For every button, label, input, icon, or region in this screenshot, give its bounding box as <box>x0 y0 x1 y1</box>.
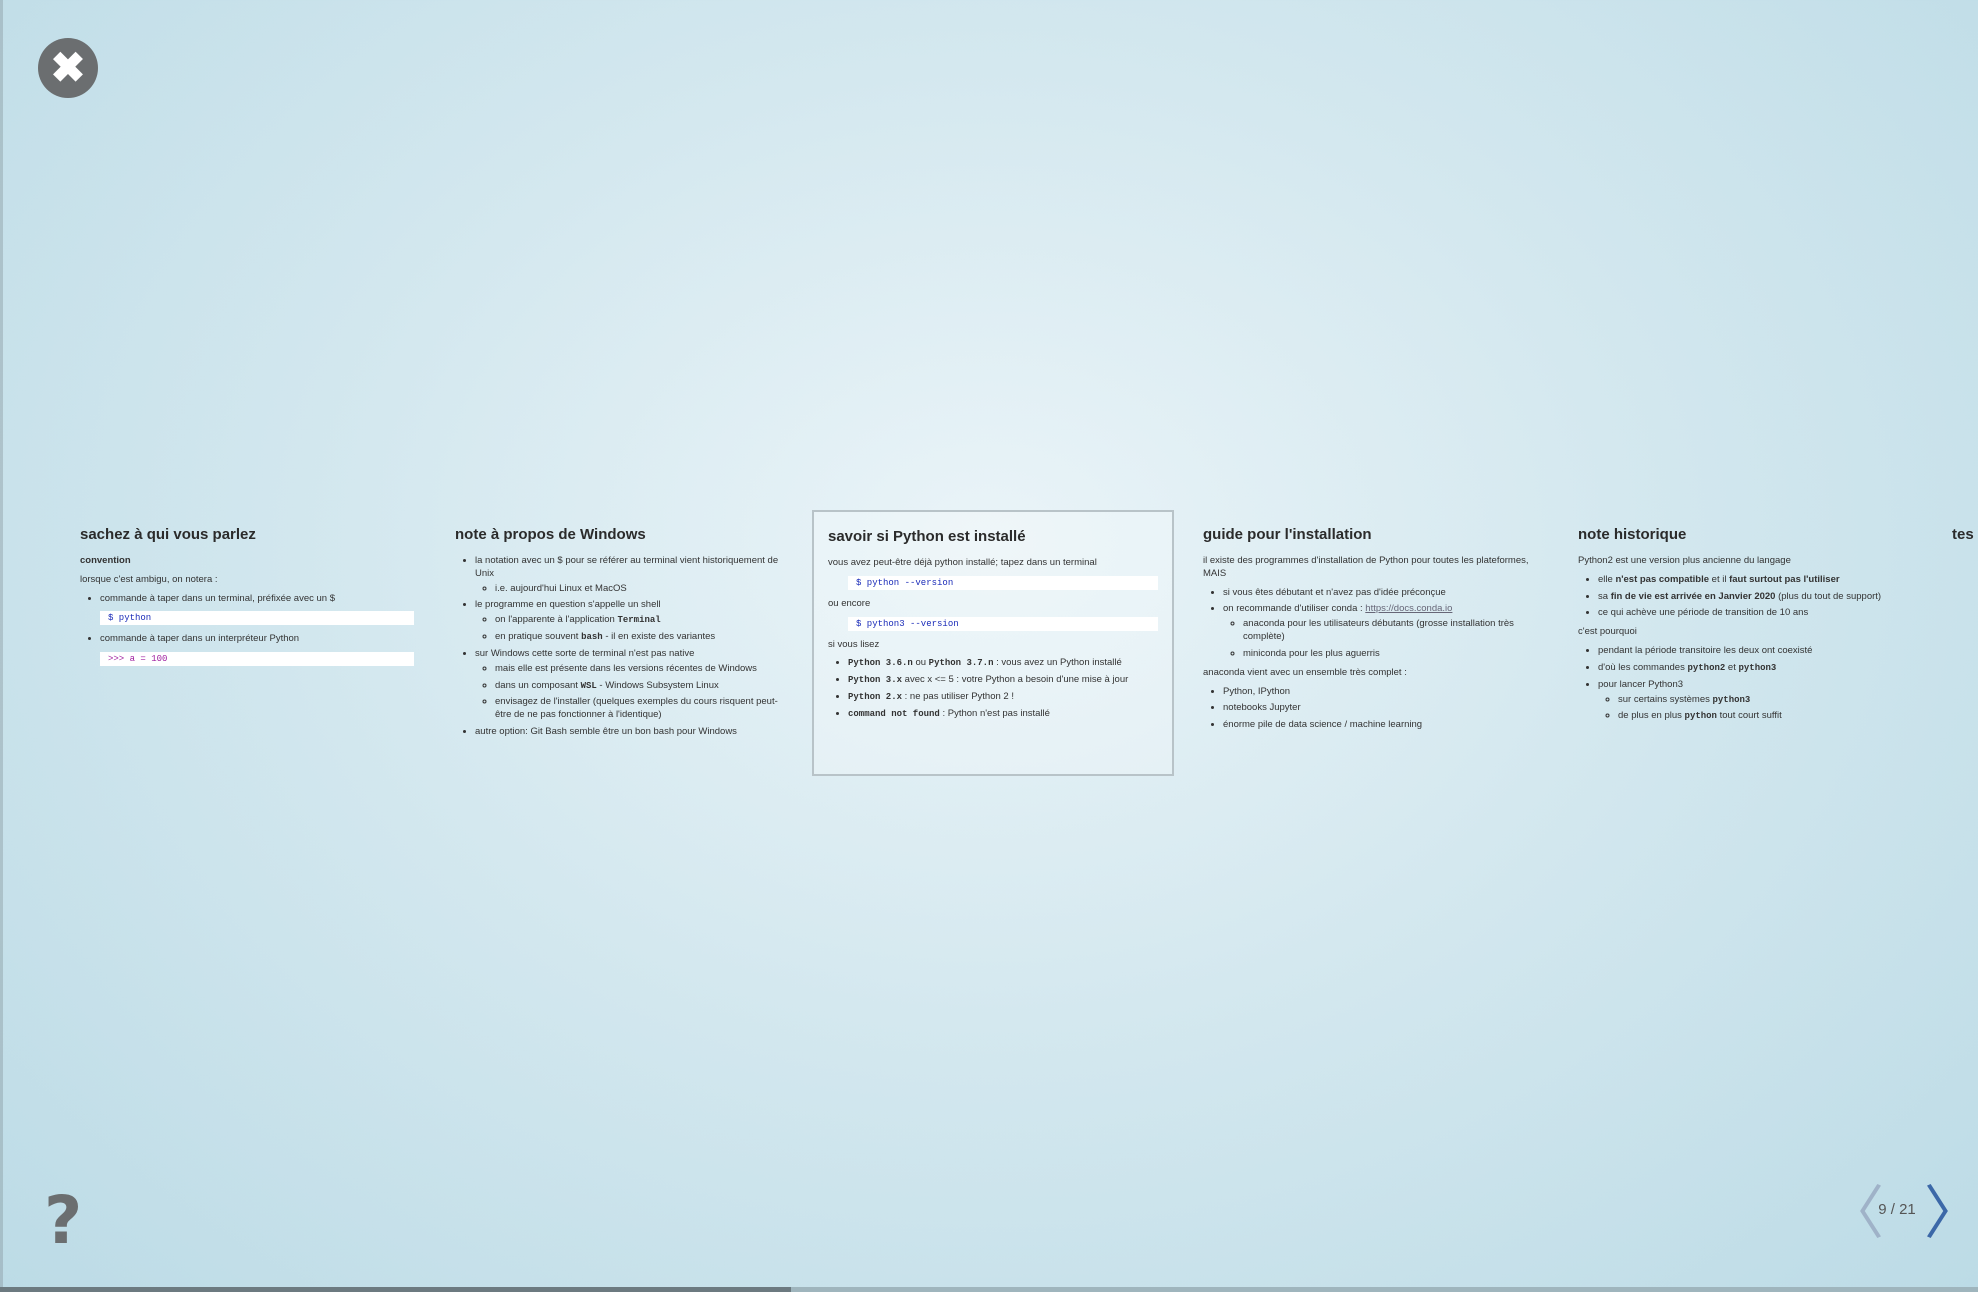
bullet-list: si vous êtes débutant et n'avez pas d'id… <box>1203 587 1537 661</box>
slide-title: sachez à qui vous parlez <box>80 526 256 543</box>
list-item: i.e. aujourd'hui Linux et MacOS <box>495 583 789 596</box>
list-item: anaconda pour les utilisateurs débutants… <box>1243 618 1537 644</box>
code-block: $ python <box>100 611 414 626</box>
list-item: pour lancer Python3 sur certains système… <box>1598 679 1912 723</box>
slide-counter: 9 / 21 <box>1878 1201 1916 1218</box>
bullet-list: Python 3.6.n ou Python 3.7.n : vous avez… <box>828 657 1158 720</box>
slide-title: tes <box>1952 526 1974 543</box>
list-item: énorme pile de data science / machine le… <box>1223 719 1537 732</box>
list-item: Python 3.6.n ou Python 3.7.n : vous avez… <box>848 657 1158 670</box>
slide-text: Python2 est une version plus ancienne du… <box>1578 555 1791 566</box>
bullet-list: Python, IPython notebooks Jupyter énorme… <box>1203 686 1537 732</box>
list-item: mais elle est présente dans les versions… <box>495 663 789 676</box>
code-block: >>> a = 100 <box>100 652 414 667</box>
slide-thumbnail-current[interactable]: savoir si Python est installé vous avez … <box>812 510 1174 776</box>
slide-title: note à propos de Windows <box>455 526 646 543</box>
slide-thumbnail[interactable]: note à propos de Windows la notation ave… <box>441 510 803 776</box>
list-item: ce qui achève une période de transition … <box>1598 607 1912 620</box>
slide-thumbnail[interactable]: tes <box>1938 510 1978 776</box>
slide-title: guide pour l'installation <box>1203 526 1372 543</box>
bullet-list: commande à taper dans un terminal, préfi… <box>80 593 414 606</box>
list-item: envisagez de l'installer (quelques exemp… <box>495 696 789 722</box>
list-item: sur Windows cette sorte de terminal n'es… <box>475 648 789 722</box>
slide-thumbnail[interactable]: note historique Python2 est une version … <box>1564 510 1926 776</box>
slide-title: note historique <box>1578 526 1687 543</box>
list-item: commande à taper dans un interpréteur Py… <box>100 633 414 646</box>
slide-thumbnail[interactable]: guide pour l'installation il existe des … <box>1189 510 1551 776</box>
slide-text: ou encore <box>828 597 871 609</box>
bullet-list: elle n'est pas compatible et il faut sur… <box>1578 574 1912 620</box>
help-icon[interactable]: ? <box>44 1188 82 1254</box>
slide-text: c'est pourquoi <box>1578 626 1637 638</box>
list-item: pendant la période transitoire les deux … <box>1598 645 1912 658</box>
list-item: le programme en question s'appelle un sh… <box>475 599 789 643</box>
list-item: Python 3.x avec x <= 5 : votre Python a … <box>848 674 1158 687</box>
slide-text: vous avez peut-être déjà python installé… <box>828 557 1097 568</box>
list-item: miniconda pour les plus aguerris <box>1243 648 1537 661</box>
list-item: si vous êtes débutant et n'avez pas d'id… <box>1223 587 1537 600</box>
list-item: Python, IPython <box>1223 686 1537 699</box>
slide-text: il existe des programmes d'installation … <box>1203 555 1529 579</box>
list-item: autre option: Git Bash semble être un bo… <box>475 726 789 739</box>
code-block: $ python --version <box>848 575 1158 590</box>
next-slide-icon[interactable]: 〉 <box>1924 1184 1978 1242</box>
list-item: en pratique souvent bash - il en existe … <box>495 631 789 644</box>
docs-link[interactable]: https://docs.conda.io <box>1365 603 1452 614</box>
bullet-list: commande à taper dans un interpréteur Py… <box>80 633 414 646</box>
list-item: d'où les commandes python2 et python3 <box>1598 662 1912 675</box>
slide-title: savoir si Python est installé <box>828 528 1026 545</box>
slide-text: si vous lisez <box>828 638 880 650</box>
list-item: sa fin de vie est arrivée en Janvier 202… <box>1598 591 1912 604</box>
list-item: command not found : Python n'est pas ins… <box>848 708 1158 721</box>
list-item: sur certains systèmes python3 <box>1618 694 1912 707</box>
bullet-list: pendant la période transitoire les deux … <box>1578 645 1912 723</box>
list-item: de plus en plus python tout court suffit <box>1618 710 1912 723</box>
slide-overview-strip: sachez à qui vous parlez convention lors… <box>0 510 1978 778</box>
list-item: on recommande d'utiliser conda : https:/… <box>1223 603 1537 660</box>
close-icon[interactable]: ✖ <box>38 38 98 98</box>
progress-fill <box>0 1287 792 1292</box>
list-item: notebooks Jupyter <box>1223 702 1537 715</box>
slide-text: lorsque c'est ambigu, on notera : <box>80 573 218 585</box>
list-item: la notation avec un $ pour se référer au… <box>475 555 789 595</box>
progress-bar <box>0 1287 1978 1292</box>
list-item: Python 2.x : ne pas utiliser Python 2 ! <box>848 691 1158 704</box>
slide-thumbnail[interactable]: sachez à qui vous parlez convention lors… <box>66 510 428 776</box>
list-item: commande à taper dans un terminal, préfi… <box>100 593 414 606</box>
list-item: elle n'est pas compatible et il faut sur… <box>1598 574 1912 587</box>
slide-text: anaconda vient avec un ensemble très com… <box>1203 666 1407 678</box>
list-item: dans un composant WSL - Windows Subsyste… <box>495 680 789 693</box>
slide-text: convention <box>80 555 131 566</box>
code-block: $ python3 --version <box>848 616 1158 631</box>
list-item: on l'apparente à l'application Terminal <box>495 614 789 627</box>
bullet-list: la notation avec un $ pour se référer au… <box>455 555 789 739</box>
